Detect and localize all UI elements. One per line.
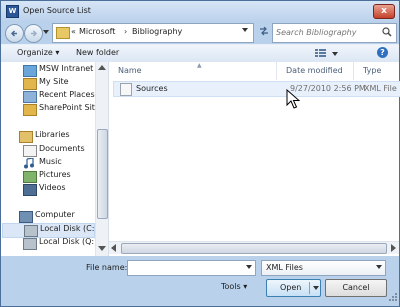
dialog-footer: File name: XML Files Tools ▾ Open Cancel xyxy=(1,256,399,306)
forward-button[interactable] xyxy=(24,24,43,43)
refresh-icon[interactable] xyxy=(259,26,269,36)
new-folder-button[interactable]: New folder xyxy=(76,48,119,57)
pictures-icon xyxy=(23,171,37,183)
breadcrumb-separator[interactable]: › xyxy=(124,27,127,36)
navigation-pane: MSW Intranet My Site Recent Places Share… xyxy=(1,62,109,256)
documents-icon xyxy=(23,145,37,157)
scrollbar-thumb[interactable] xyxy=(97,129,108,219)
sidebar-item-label: Local Disk (Q:) xyxy=(39,237,98,246)
resize-grip-icon[interactable] xyxy=(389,293,398,302)
scrollbar-thumb[interactable] xyxy=(121,243,387,254)
sidebar-item-label: Documents xyxy=(39,144,85,153)
sidebar-item-documents[interactable]: Documents xyxy=(23,144,93,157)
open-button-label: Open xyxy=(280,283,302,292)
column-header-name[interactable]: Name xyxy=(109,62,277,80)
chevron-down-icon[interactable] xyxy=(376,265,382,269)
close-button[interactable]: x xyxy=(373,4,395,19)
sidebar-item-recent-places[interactable]: Recent Places xyxy=(23,90,95,103)
cancel-button[interactable]: Cancel xyxy=(325,279,387,297)
file-type-select[interactable]: XML Files xyxy=(261,260,386,276)
horizontal-scrollbar[interactable] xyxy=(109,241,399,254)
xml-file-icon xyxy=(120,83,132,96)
scroll-down-icon[interactable] xyxy=(98,246,106,251)
breadcrumb-microsoft[interactable]: Microsoft xyxy=(79,27,115,36)
sidebar-item-label: Pictures xyxy=(39,170,71,179)
sidebar-item-label: Recent Places xyxy=(39,90,95,99)
sidebar-item-label: Videos xyxy=(39,183,66,192)
sidebar-item-music[interactable]: Music xyxy=(23,157,93,170)
site-icon xyxy=(23,78,37,90)
sidebar-item-label: Computer xyxy=(35,210,75,219)
scroll-left-icon[interactable] xyxy=(111,244,116,252)
recent-pages-dropdown-icon[interactable] xyxy=(43,30,49,34)
drive-icon xyxy=(23,238,37,250)
command-toolbar: Organize ▾ New folder ? xyxy=(1,44,399,63)
sidebar-item-local-disk-q[interactable]: Local Disk (Q:) xyxy=(23,237,97,250)
recent-places-icon xyxy=(23,91,37,103)
open-button[interactable]: Open xyxy=(266,279,321,297)
scroll-right-icon[interactable] xyxy=(391,244,396,252)
network-folder-icon xyxy=(23,65,37,77)
search-input[interactable] xyxy=(276,26,374,38)
computer-icon xyxy=(19,211,33,223)
sort-ascending-icon: ▲ xyxy=(197,62,202,69)
file-type-selected: XML Files xyxy=(266,263,303,272)
mouse-cursor-icon xyxy=(286,89,300,109)
sidebar-item-label: Local Disk (C:) xyxy=(40,224,98,233)
navigation-bar: « Microsoft › Bibliography xyxy=(1,21,399,44)
tools-button[interactable]: Tools ▾ xyxy=(221,282,247,291)
address-bar[interactable]: « Microsoft › Bibliography xyxy=(52,23,254,43)
sidebar-item-msw-intranet[interactable]: MSW Intranet xyxy=(23,64,93,77)
file-row[interactable]: Sources 9/27/2010 2:56 PM XML File xyxy=(113,81,400,97)
file-name-combobox[interactable] xyxy=(127,260,256,276)
sidebar-item-label: Music xyxy=(39,157,62,166)
sidebar-item-label: Libraries xyxy=(35,130,70,139)
organize-button[interactable]: Organize ▾ xyxy=(17,48,59,57)
sidebar-item-label: My Site xyxy=(39,77,69,86)
change-view-icon[interactable] xyxy=(315,48,339,58)
column-header-date[interactable]: Date modified xyxy=(277,62,354,80)
file-name-label: File name: xyxy=(86,263,128,272)
music-icon xyxy=(23,157,35,169)
forward-arrow-icon xyxy=(31,30,38,37)
drive-icon xyxy=(24,225,38,237)
window-title: Open Source List xyxy=(23,6,91,15)
chevron-down-icon[interactable] xyxy=(246,265,252,269)
file-name-input[interactable] xyxy=(128,261,242,273)
scroll-up-icon[interactable] xyxy=(98,65,106,70)
sharepoint-icon xyxy=(23,104,37,116)
file-type: XML File xyxy=(364,84,397,93)
title-bar[interactable]: W Open Source List x xyxy=(1,1,399,21)
videos-icon xyxy=(23,184,37,196)
back-button[interactable] xyxy=(5,24,24,43)
sidebar-item-pictures[interactable]: Pictures xyxy=(23,170,93,183)
address-dropdown-icon[interactable] xyxy=(242,28,248,32)
open-options-dropdown-icon[interactable] xyxy=(313,286,319,290)
file-name: Sources xyxy=(136,84,168,93)
libraries-icon xyxy=(19,131,33,143)
content-area: MSW Intranet My Site Recent Places Share… xyxy=(1,62,400,256)
file-list: Name ▲ Date modified Type Sources 9/27/2… xyxy=(109,62,400,256)
column-header-type[interactable]: Type xyxy=(354,62,399,80)
sidebar-vertical-scrollbar[interactable] xyxy=(95,62,108,256)
sidebar-item-label: MSW Intranet xyxy=(39,64,94,73)
split-divider xyxy=(309,282,310,294)
word-app-icon: W xyxy=(6,5,19,18)
sidebar-item-libraries[interactable]: Libraries xyxy=(19,130,89,143)
breadcrumb-bibliography[interactable]: Bibliography xyxy=(132,27,182,36)
search-box[interactable] xyxy=(272,23,397,43)
open-dialog-window: W Open Source List x « Microsoft › Bibli… xyxy=(0,0,400,307)
file-date: 9/27/2010 2:56 PM xyxy=(290,84,366,93)
sidebar-item-videos[interactable]: Videos xyxy=(23,183,93,196)
root-chevron[interactable]: « xyxy=(71,27,76,36)
back-arrow-icon xyxy=(10,30,17,37)
sidebar-item-local-disk-c[interactable]: Local Disk (C:) xyxy=(2,223,98,238)
folder-icon xyxy=(56,27,70,39)
sidebar-item-my-site[interactable]: My Site xyxy=(23,77,93,90)
sidebar-item-computer[interactable]: Computer xyxy=(19,210,89,223)
help-icon[interactable]: ? xyxy=(377,47,388,58)
sidebar-item-sharepoint-sites[interactable]: SharePoint Sites xyxy=(23,103,104,116)
search-icon[interactable] xyxy=(382,27,392,37)
